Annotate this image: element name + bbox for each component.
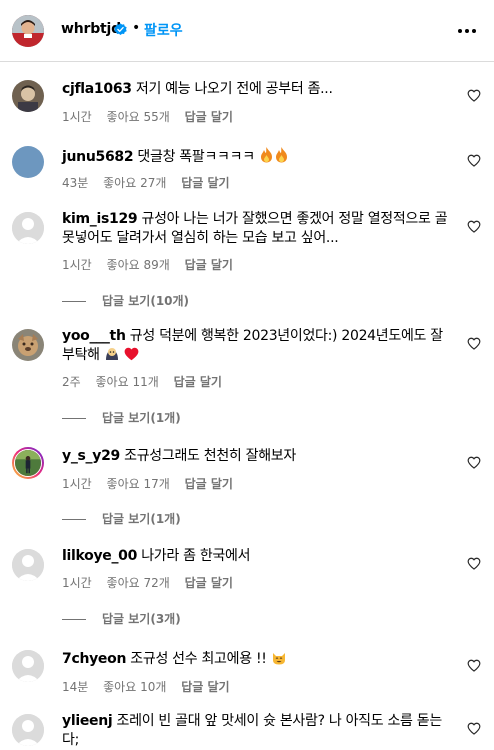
fire-emoji-icon bbox=[275, 147, 287, 163]
reply-button[interactable]: 답글 달기 bbox=[174, 375, 222, 389]
reply-button[interactable]: 답글 달기 bbox=[181, 176, 229, 190]
user-photo-icon bbox=[14, 449, 42, 477]
comment-meta: 43분 좋아요 27개 답글 달기 bbox=[62, 174, 241, 191]
reply-button[interactable]: 답글 달기 bbox=[185, 576, 233, 590]
comment-text: junu5682 댓글창 폭팔ㅋㅋㅋㅋ bbox=[62, 146, 458, 167]
comment-likes[interactable]: 좋아요 27개 bbox=[103, 176, 166, 190]
comment-likes[interactable]: 좋아요 11개 bbox=[96, 375, 159, 389]
heart-icon[interactable] bbox=[467, 722, 481, 735]
comment-likes[interactable]: 좋아요 17개 bbox=[107, 477, 170, 491]
view-replies-label: 답글 보기(1개) bbox=[102, 411, 181, 425]
post-author-username[interactable]: whrbtjd bbox=[61, 21, 121, 37]
user-photo-icon bbox=[12, 329, 44, 361]
comment-username[interactable]: ylieenj bbox=[62, 713, 113, 729]
thread-line bbox=[62, 301, 86, 302]
smiling-cat-emoji-icon bbox=[272, 653, 285, 665]
comment-time: 1시간 bbox=[62, 110, 92, 124]
hugging-emoji-icon bbox=[105, 348, 118, 360]
avatar[interactable] bbox=[12, 447, 44, 479]
comment-content: 조규성 선수 최고에용 !! bbox=[130, 651, 267, 667]
avatar[interactable] bbox=[12, 146, 44, 178]
comment-text: kim_is129 규성아 나는 너가 잘했으면 좋겠어 정말 열정적으로 골 … bbox=[62, 210, 458, 248]
view-replies-button[interactable]: 답글 보기(3개) bbox=[62, 610, 181, 627]
default-avatar-icon bbox=[12, 212, 44, 244]
comment-text: y_s_y29 조규성그래도 천천히 잘해보자 bbox=[62, 447, 458, 466]
comment-username[interactable]: cjfla1063 bbox=[62, 81, 132, 97]
thread-line bbox=[62, 619, 86, 620]
default-avatar-icon bbox=[12, 714, 44, 746]
comment-text: ylieenj 조레이 빈 골대 앞 맛세이 슛 본사람? 나 아직도 소름 돋… bbox=[62, 712, 458, 750]
comment-meta: 2주 좋아요 11개 답글 달기 bbox=[62, 373, 233, 390]
heart-icon[interactable] bbox=[467, 154, 481, 167]
verified-badge-icon bbox=[114, 23, 127, 36]
thread-line bbox=[62, 418, 86, 419]
comments-page: whrbtjd • 팔로우 cjfla1063 저기 예능 나오기 전에 공부터… bbox=[0, 0, 494, 750]
comment-time: 14분 bbox=[62, 680, 89, 694]
comment-content: 조레이 빈 골대 앞 맛세이 슛 본사람? 나 아직도 소름 돋는다; bbox=[62, 713, 442, 748]
post-header: whrbtjd • 팔로우 bbox=[0, 0, 494, 62]
comment-time: 1시간 bbox=[62, 576, 92, 590]
reply-button[interactable]: 답글 달기 bbox=[185, 258, 233, 272]
comment-likes[interactable]: 좋아요 72개 bbox=[107, 576, 170, 590]
comment-time: 1시간 bbox=[62, 477, 92, 491]
view-replies-label: 답글 보기(3개) bbox=[102, 612, 181, 626]
avatar[interactable] bbox=[12, 80, 44, 112]
reply-button[interactable]: 답글 달기 bbox=[185, 477, 233, 491]
avatar[interactable] bbox=[12, 650, 44, 682]
heart-icon[interactable] bbox=[467, 337, 481, 350]
comment-username[interactable]: kim_is129 bbox=[62, 211, 138, 227]
comment-username[interactable]: y_s_y29 bbox=[62, 448, 120, 464]
view-replies-button[interactable]: 답글 보기(10개) bbox=[62, 292, 189, 309]
heart-icon[interactable] bbox=[467, 557, 481, 570]
comment-text: cjfla1063 저기 예능 나오기 전에 공부터 좀... bbox=[62, 80, 458, 99]
avatar[interactable] bbox=[12, 15, 44, 47]
heart-icon[interactable] bbox=[467, 456, 481, 469]
user-photo-icon bbox=[12, 80, 44, 112]
comment-likes[interactable]: 좋아요 10개 bbox=[103, 680, 166, 694]
comment-time: 1시간 bbox=[62, 258, 92, 272]
comment-content: 저기 예능 나오기 전에 공부터 좀... bbox=[135, 81, 333, 97]
view-replies-button[interactable]: 답글 보기(1개) bbox=[62, 510, 181, 527]
comment-username[interactable]: junu5682 bbox=[62, 149, 134, 165]
comment-meta: 1시간 좋아요 55개 답글 달기 bbox=[62, 108, 244, 125]
profile-photo-icon bbox=[12, 15, 44, 47]
comment-text: yoo___th 규성 덕분에 행복한 2023년이었다:) 2024년도에도 … bbox=[62, 327, 458, 365]
comment-time: 43분 bbox=[62, 176, 89, 190]
comment-content: 조규성그래도 천천히 잘해보자 bbox=[124, 448, 296, 464]
red-heart-emoji-icon bbox=[124, 347, 139, 361]
comment-content: 나가라 좀 한국에서 bbox=[141, 548, 251, 564]
default-avatar-icon bbox=[12, 549, 44, 581]
comment-username[interactable]: lilkoye_00 bbox=[62, 548, 137, 564]
heart-icon[interactable] bbox=[467, 89, 481, 102]
view-replies-button[interactable]: 답글 보기(1개) bbox=[62, 409, 181, 426]
comment-username[interactable]: 7chyeon bbox=[62, 651, 126, 667]
heart-icon[interactable] bbox=[467, 220, 481, 233]
comment-meta: 1시간 좋아요 17개 답글 달기 bbox=[62, 475, 244, 492]
comment-meta: 1시간 좋아요 72개 답글 달기 bbox=[62, 574, 244, 591]
comment-likes[interactable]: 좋아요 89개 bbox=[107, 258, 170, 272]
comment-username[interactable]: yoo___th bbox=[62, 328, 126, 344]
avatar[interactable] bbox=[12, 714, 44, 746]
comment-content: 댓글창 폭팔ㅋㅋㅋㅋ bbox=[137, 149, 255, 165]
avatar[interactable] bbox=[12, 329, 44, 361]
avatar[interactable] bbox=[12, 549, 44, 581]
fire-emoji-icon bbox=[260, 147, 272, 163]
default-avatar-icon bbox=[12, 650, 44, 682]
thread-line bbox=[62, 519, 86, 520]
comment-text: lilkoye_00 나가라 좀 한국에서 bbox=[62, 547, 458, 566]
follow-button[interactable]: 팔로우 bbox=[144, 20, 183, 40]
more-options-icon[interactable] bbox=[458, 29, 476, 33]
avatar[interactable] bbox=[12, 212, 44, 244]
comment-time: 2주 bbox=[62, 375, 81, 389]
heart-icon[interactable] bbox=[467, 659, 481, 672]
separator-dot: • bbox=[132, 20, 141, 36]
comment-meta: 1시간 좋아요 89개 답글 달기 bbox=[62, 256, 244, 273]
view-replies-label: 답글 보기(10개) bbox=[102, 294, 190, 308]
comment-likes[interactable]: 좋아요 55개 bbox=[107, 110, 170, 124]
comment-text: 7chyeon 조규성 선수 최고에용 !! bbox=[62, 650, 458, 669]
view-replies-label: 답글 보기(1개) bbox=[102, 512, 181, 526]
comment-meta: 14분 좋아요 10개 답글 달기 bbox=[62, 678, 241, 695]
reply-button[interactable]: 답글 달기 bbox=[185, 110, 233, 124]
reply-button[interactable]: 답글 달기 bbox=[181, 680, 229, 694]
